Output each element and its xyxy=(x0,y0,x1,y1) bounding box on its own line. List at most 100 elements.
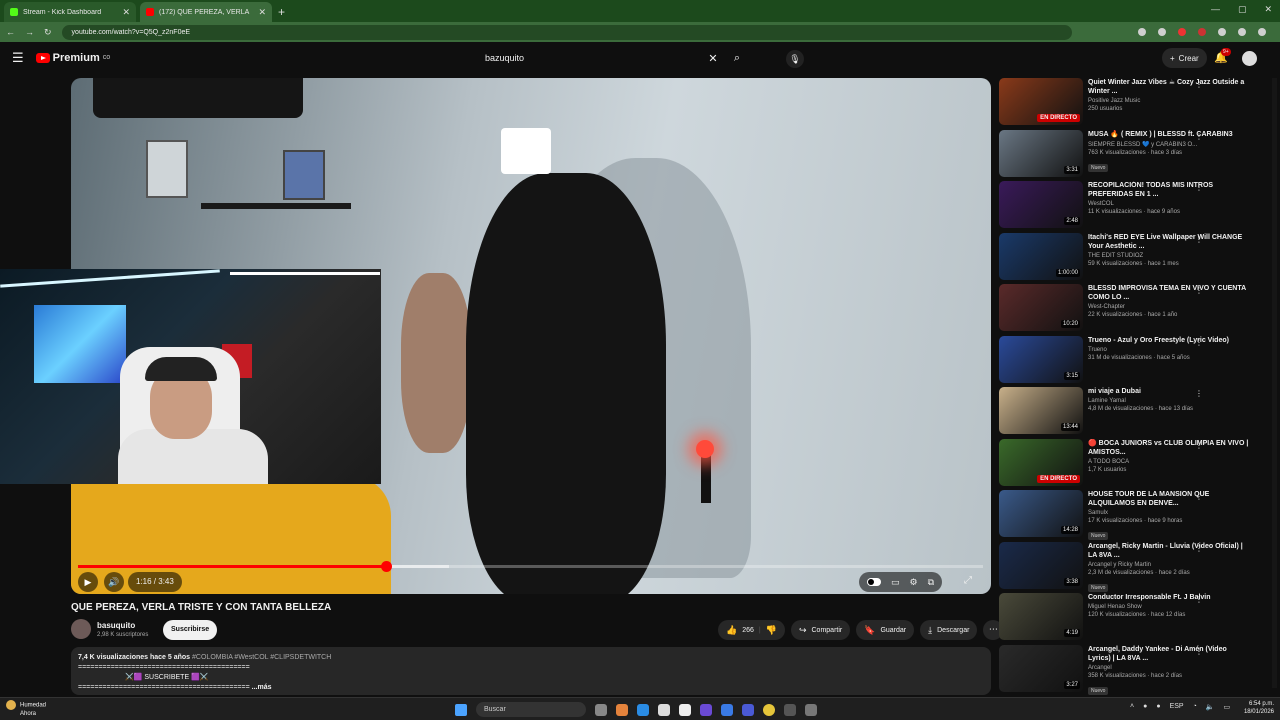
youtube-logo[interactable]: Premium CO xyxy=(35,52,110,64)
forward-icon[interactable]: → xyxy=(25,27,34,37)
miniplayer-icon[interactable]: ⧉ xyxy=(928,577,934,588)
video-thumbnail[interactable]: 3:27 xyxy=(999,644,1083,692)
back-icon[interactable]: ← xyxy=(6,27,15,37)
taskbar-clock[interactable]: 6:54 p.m. 18/01/2026 xyxy=(1240,700,1274,716)
create-button[interactable]: + Crear xyxy=(1162,48,1207,68)
play-button[interactable]: ▶ xyxy=(78,572,98,592)
profile-icon[interactable] xyxy=(1238,28,1246,36)
hamburger-menu-icon[interactable]: ☰ xyxy=(12,50,24,66)
page-scrollbar[interactable] xyxy=(1272,78,1277,688)
autoplay-toggle[interactable] xyxy=(867,578,881,586)
app-icon[interactable] xyxy=(700,703,712,716)
settings-gear-icon[interactable]: ⚙ xyxy=(910,577,918,588)
recommendation-channel[interactable]: Positive Jazz Music xyxy=(1088,98,1250,104)
recommendation-channel[interactable]: West-Chapter xyxy=(1088,304,1250,310)
wifi-icon[interactable]: ◔ xyxy=(1193,703,1197,711)
store-icon[interactable] xyxy=(679,703,691,716)
recommendation-title[interactable]: mi viaje a Dubai xyxy=(1088,387,1250,396)
kebab-menu-icon[interactable]: ⋮ xyxy=(1195,132,1203,141)
menu-dots-icon[interactable] xyxy=(1258,28,1266,36)
recommendation-title[interactable]: BLESSD IMPROVISA TEMA EN VIVO Y CUENTA C… xyxy=(1088,284,1250,302)
show-more-link[interactable]: ...más xyxy=(252,684,272,691)
recommendation-item[interactable]: EN DIRECTO Quiet Winter Jazz Vibes ☕ Cozy… xyxy=(999,78,1264,126)
recommendation-title[interactable]: Quiet Winter Jazz Vibes ☕ Cozy Jazz Outs… xyxy=(1088,78,1250,96)
fullscreen-icon[interactable]: ⤢ xyxy=(964,575,972,586)
windows-start-icon[interactable] xyxy=(455,703,467,716)
extension-icon[interactable] xyxy=(1198,28,1206,36)
video-thumbnail[interactable]: 4:19 xyxy=(999,593,1083,640)
tray-app-icon[interactable]: ● xyxy=(1143,703,1147,711)
recommendation-item[interactable]: 3:31 MUSA 🔥 ( REMIX ) | BLESSD ft. CARABI… xyxy=(999,129,1264,178)
app-icon[interactable] xyxy=(742,703,754,716)
description-box[interactable]: 7,4 K visualizaciones hace 5 años #COLOM… xyxy=(71,647,991,695)
tray-lang[interactable]: ESP xyxy=(1170,703,1184,711)
recommendation-title[interactable]: Itachi's RED EYE Live Wallpaper Will CHA… xyxy=(1088,233,1250,251)
recommendation-item[interactable]: 4:19 Conductor Irresponsable Ft. J Balvin… xyxy=(999,593,1264,641)
download-button[interactable]: ⤓ Descargar xyxy=(920,620,978,640)
dislike-icon[interactable]: 👎 xyxy=(766,625,777,636)
video-thumbnail[interactable]: 3:38 xyxy=(999,541,1083,589)
speaker-icon[interactable]: 🔈 xyxy=(1206,703,1215,711)
recommendation-item[interactable]: 3:27 Arcangel, Daddy Yankee - Di Amén (Vi… xyxy=(999,644,1264,695)
progress-scrubber[interactable] xyxy=(380,561,392,572)
battery-icon[interactable]: ▭ xyxy=(1224,703,1231,711)
bookmark-star-icon[interactable] xyxy=(1158,28,1166,36)
reload-icon[interactable]: ↻ xyxy=(44,27,52,38)
recommendation-item[interactable]: EN DIRECTO 🔴 BOCA JUNIORS vs CLUB OLIMPIA… xyxy=(999,438,1264,487)
video-thumbnail[interactable]: EN DIRECTO xyxy=(999,438,1083,486)
recommendation-item[interactable]: 3:38 Arcangel, Ricky Martin - Lluvia (Vid… xyxy=(999,541,1264,592)
app-icon[interactable] xyxy=(805,703,817,716)
extension-icon[interactable] xyxy=(1178,28,1186,36)
search-icon[interactable]: ⌕ xyxy=(724,52,750,65)
chrome-icon[interactable] xyxy=(763,703,775,716)
recommendation-channel[interactable]: Arcangel y Ricky Martin xyxy=(1088,562,1250,568)
app-icon[interactable] xyxy=(658,703,670,716)
recommendation-title[interactable]: Conductor Irresponsable Ft. J Balvin xyxy=(1088,593,1250,602)
maximize-icon[interactable]: ▢ xyxy=(1238,4,1247,15)
minimize-icon[interactable]: — xyxy=(1211,4,1220,15)
clear-search-icon[interactable]: ✕ xyxy=(702,52,724,65)
new-tab-button[interactable]: + xyxy=(278,5,285,19)
share-button[interactable]: ↪ Compartir xyxy=(790,620,851,640)
tray-chevron-icon[interactable]: ˄ xyxy=(1130,703,1134,711)
recommendation-title[interactable]: Arcangel, Daddy Yankee - Di Amén (Video … xyxy=(1088,645,1250,663)
video-thumbnail[interactable]: 13:44 xyxy=(999,387,1083,434)
tray-app-icon[interactable]: ● xyxy=(1156,703,1160,711)
recommendation-item[interactable]: 10:20 BLESSD IMPROVISA TEMA EN VIVO Y CUE… xyxy=(999,284,1264,332)
microphone-icon[interactable]: 🎙 xyxy=(786,50,804,68)
kebab-menu-icon[interactable]: ⋮ xyxy=(1195,647,1203,656)
recommendation-channel[interactable]: SIEMPRE BLESSD 💙 y CARABIN3 O... xyxy=(1088,141,1250,148)
close-window-icon[interactable]: ✕ xyxy=(1264,4,1272,15)
search-input[interactable]: bazuquito xyxy=(478,53,702,63)
taskbar-search[interactable]: Buscar xyxy=(476,702,586,717)
kebab-menu-icon[interactable]: ⋮ xyxy=(1195,492,1203,501)
subtitles-icon[interactable]: ▭ xyxy=(891,577,900,588)
recommendation-title[interactable]: MUSA 🔥 ( REMIX ) | BLESSD ft. CARABIN3 xyxy=(1088,130,1250,139)
video-thumbnail[interactable]: 3:31 xyxy=(999,129,1083,177)
install-icon[interactable] xyxy=(1138,28,1146,36)
app-icon[interactable] xyxy=(721,703,733,716)
video-thumbnail[interactable]: 2:48 xyxy=(999,181,1083,228)
recommendation-item[interactable]: 1:00:00 Itachi's RED EYE Live Wallpaper W… xyxy=(999,232,1264,281)
video-thumbnail[interactable]: 14:28 xyxy=(999,490,1083,537)
edge-browser-icon[interactable] xyxy=(637,703,649,716)
recommendation-channel[interactable]: WestCOL xyxy=(1088,201,1250,207)
video-thumbnail[interactable]: EN DIRECTO xyxy=(999,78,1083,125)
kebab-menu-icon[interactable]: ⋮ xyxy=(1195,183,1203,192)
puzzle-icon[interactable] xyxy=(1218,28,1226,36)
recommendation-channel[interactable]: THE EDIT STUDIOZ xyxy=(1088,253,1250,259)
url-input[interactable]: youtube.com/watch?v=Q5Q_z2nF0eE xyxy=(61,24,1072,40)
recommendation-title[interactable]: Trueno - Azul y Oro Freestyle (Lyric Vid… xyxy=(1088,336,1250,345)
recommendation-item[interactable]: 3:15 Trueno - Azul y Oro Freestyle (Lyric… xyxy=(999,335,1264,384)
video-thumbnail[interactable]: 3:15 xyxy=(999,335,1083,383)
recommendation-item[interactable]: 13:44 mi viaje a Dubai Lamine Yamal 4,8 M d… xyxy=(999,387,1264,435)
hashtags[interactable]: #COLOMBIA #WestCOL #CLIPSDETWITCH xyxy=(192,654,331,661)
recommendation-channel[interactable]: Miguel Henao Show xyxy=(1088,604,1250,610)
kebab-menu-icon[interactable]: ⋮ xyxy=(1195,441,1203,450)
channel-avatar[interactable] xyxy=(71,619,91,639)
save-button[interactable]: 🔖 Guardar xyxy=(856,620,915,640)
subscribe-button[interactable]: Suscribirse xyxy=(163,620,218,640)
tab-youtube[interactable]: (172) QUE PEREZA, VERLA ✕ xyxy=(140,2,272,22)
volume-icon[interactable]: 🔊 xyxy=(104,572,124,592)
recommendation-title[interactable]: Arcangel, Ricky Martin - Lluvia (Video O… xyxy=(1088,542,1250,560)
